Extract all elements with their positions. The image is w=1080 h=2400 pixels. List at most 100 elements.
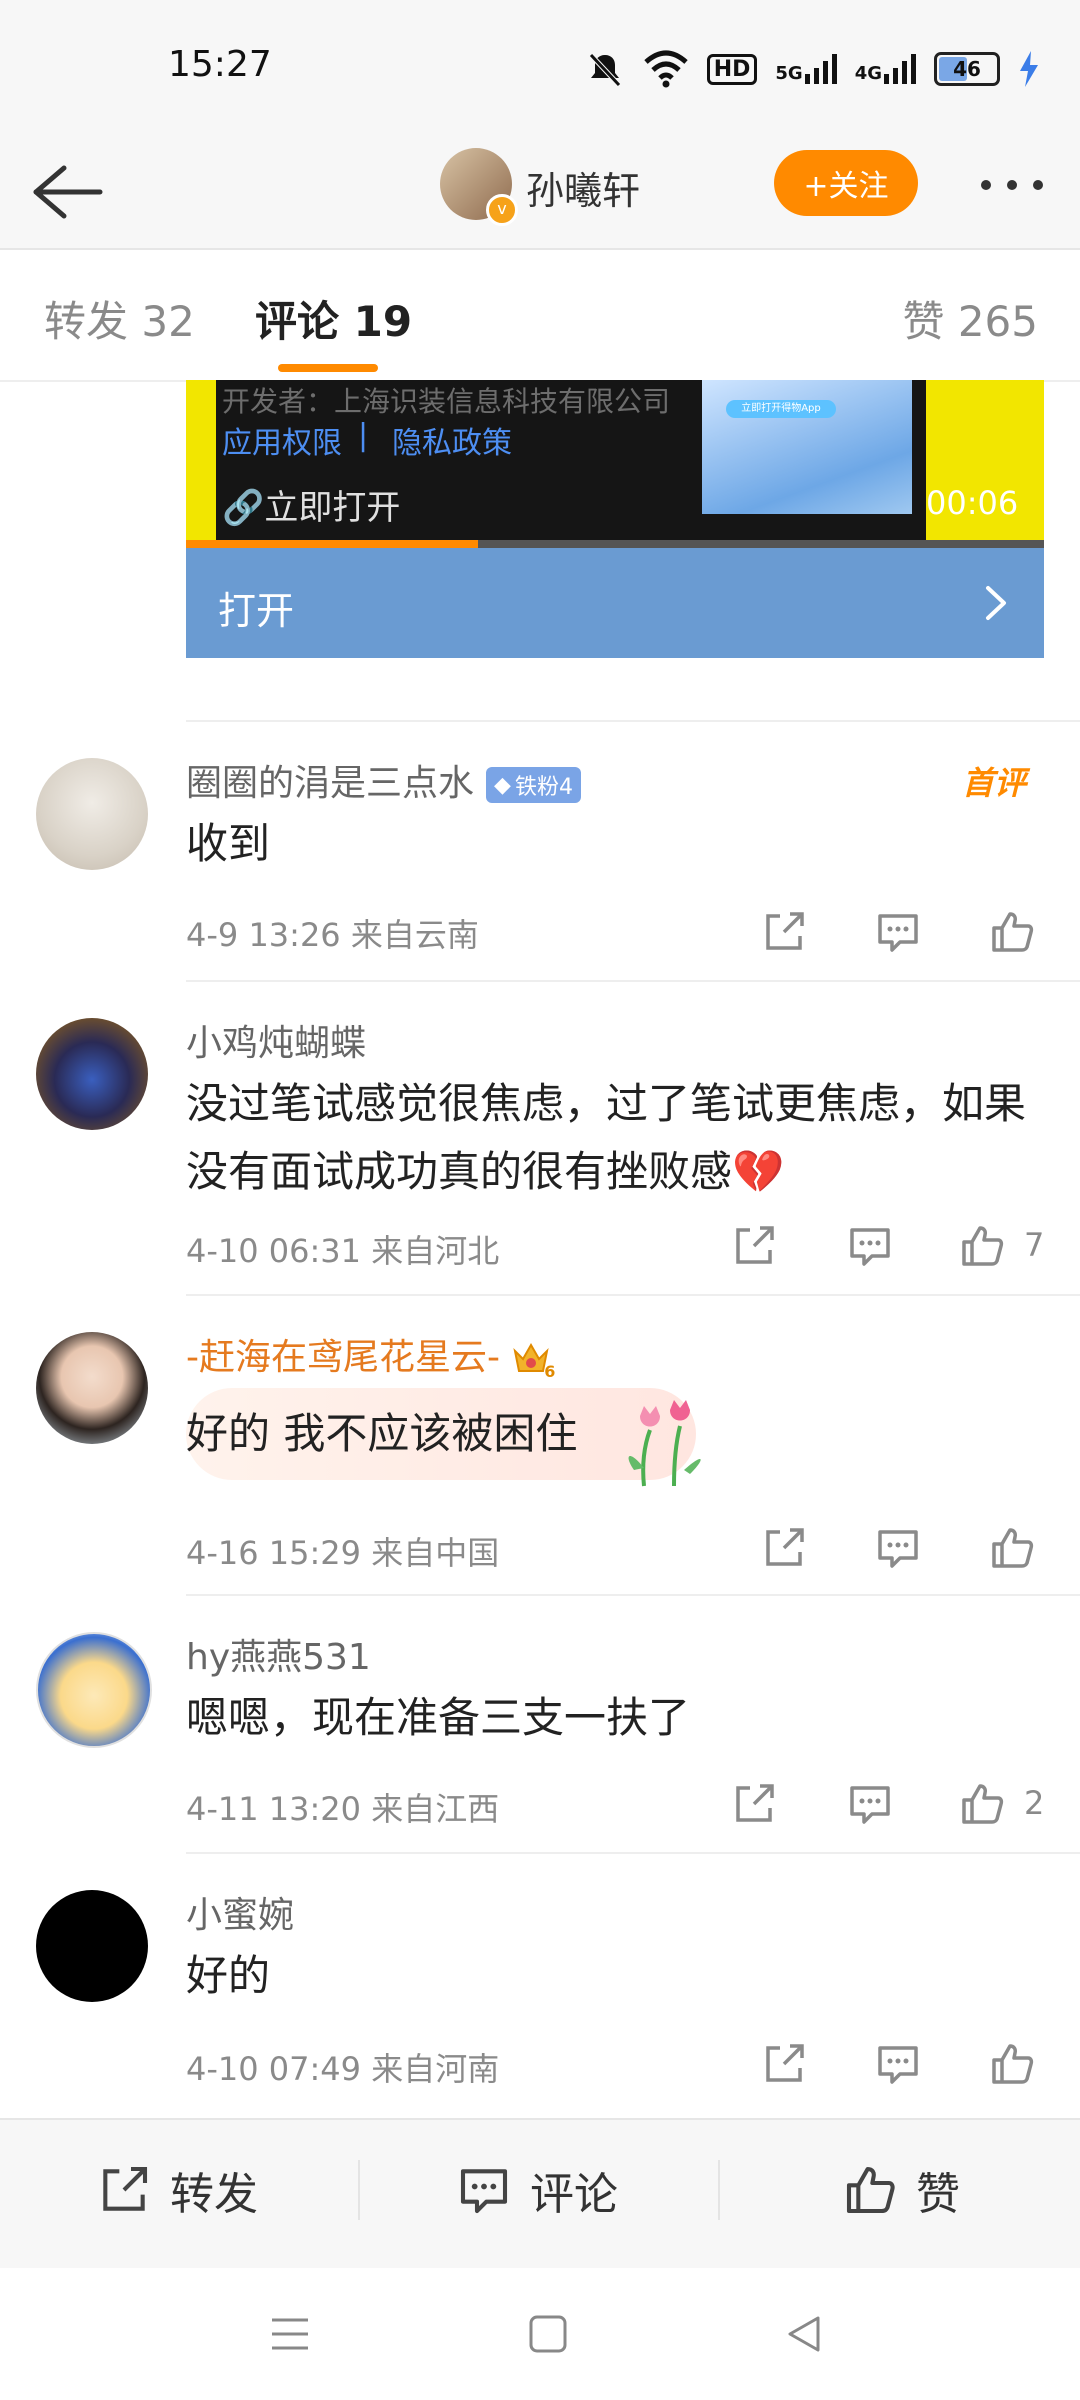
signal-4g-icon: 4G bbox=[855, 54, 916, 84]
like-icon[interactable] bbox=[958, 1780, 1006, 1828]
comment-icon[interactable] bbox=[874, 1524, 922, 1572]
commenter-name[interactable]: 圈圈的涓是三点水 ◆ 铁粉4 bbox=[186, 754, 581, 806]
like-icon[interactable] bbox=[988, 2040, 1036, 2088]
comment-meta: 4-10 07:49 来自河南 bbox=[186, 2050, 500, 2088]
top-nav-bar: v 孙曦轩 +关注 bbox=[0, 130, 1080, 250]
commenter-name-text: -赶海在鸢尾花星云- bbox=[186, 1337, 500, 1378]
comment-label: 评论 bbox=[530, 2169, 618, 2220]
separator bbox=[718, 2160, 720, 2220]
comment-button[interactable]: 评论 bbox=[456, 2158, 618, 2222]
tab-repost[interactable]: 转发 32 bbox=[44, 288, 195, 349]
comment-icon[interactable] bbox=[846, 1780, 894, 1828]
repost-icon[interactable] bbox=[730, 1780, 778, 1828]
comment-text: 嗯嗯，现在准备三支一扶了 bbox=[186, 1693, 691, 1742]
commenter-avatar[interactable] bbox=[36, 1332, 148, 1444]
video-progress-fill bbox=[186, 540, 478, 548]
comment-meta: 4-10 06:31 来自河北 bbox=[186, 1232, 500, 1270]
thumbnail-open-label: 立即打开得物App bbox=[741, 403, 821, 414]
chevron-right-icon bbox=[986, 586, 1006, 620]
diamond-icon: ◆ bbox=[494, 772, 511, 798]
wifi-icon bbox=[644, 50, 688, 88]
developer-info: 开发者：上海识装信息科技有限公司 bbox=[222, 385, 671, 418]
comment-icon[interactable] bbox=[874, 2040, 922, 2088]
comment-item: -赶海在鸢尾花星云- 6 好的 我不应该被困住 4-16 15:29 来自中国 bbox=[0, 1296, 1080, 1594]
back-icon[interactable] bbox=[782, 2312, 826, 2356]
follow-button[interactable]: +关注 bbox=[774, 150, 918, 216]
comment-meta: 4-16 15:29 来自中国 bbox=[186, 1534, 500, 1572]
mute-icon bbox=[588, 53, 621, 87]
video-duration: 00:06 bbox=[926, 484, 1019, 522]
bottom-action-bar: 转发 评论 赞 bbox=[0, 2118, 1080, 2270]
battery-level: 46 bbox=[953, 57, 981, 81]
ad-video-card[interactable]: 开发者：上海识装信息科技有限公司 应用权限 | 隐私政策 🔗立即打开 立即打开得… bbox=[186, 380, 1044, 548]
status-time: 15:27 bbox=[168, 44, 272, 85]
system-nav-bar bbox=[0, 2268, 1080, 2400]
comment-text: 好的 bbox=[186, 1951, 271, 2000]
commenter-avatar[interactable] bbox=[36, 1632, 152, 1748]
first-comment-badge: 首评 bbox=[962, 764, 1027, 802]
link-separator: | bbox=[358, 418, 369, 453]
like-icon bbox=[846, 2166, 895, 2214]
tulip-icon bbox=[628, 1400, 701, 1487]
charging-icon bbox=[1020, 51, 1038, 87]
repost-icon[interactable] bbox=[730, 1222, 778, 1270]
commenter-name[interactable]: 小鸡炖蝴蝶 bbox=[186, 1014, 366, 1066]
link-icon: 🔗 bbox=[222, 488, 265, 528]
commenter-avatar[interactable] bbox=[36, 1018, 148, 1130]
thumbnail-open-button: 立即打开得物App bbox=[726, 400, 836, 418]
comment-meta: 4-9 13:26 来自云南 bbox=[186, 916, 479, 954]
commenter-name[interactable]: hy燕燕531 bbox=[186, 1628, 371, 1680]
status-bar: 15:27 HD 5G 4G 46 bbox=[0, 0, 1080, 130]
like-count: 7 bbox=[1024, 1226, 1045, 1264]
like-icon[interactable] bbox=[958, 1222, 1006, 1270]
status-icons: HD 5G 4G 46 bbox=[585, 44, 1040, 94]
like-icon[interactable] bbox=[988, 1524, 1036, 1572]
comment-icon bbox=[460, 2169, 508, 2214]
comment-text: 没过笔试感觉很焦虑，过了笔试更焦虑，如果没有面试成功真的很有挫败感💔 bbox=[186, 1079, 1027, 1196]
app-permission-link[interactable]: 应用权限 bbox=[222, 418, 342, 462]
net-4g-label: 4G bbox=[854, 63, 882, 84]
tab-bar: 转发 32 评论 19 赞 265 bbox=[0, 250, 1080, 382]
open-app-bar[interactable]: 打开 bbox=[186, 548, 1044, 658]
comment-item: 小蜜婉 好的 4-10 07:49 来自河南 bbox=[0, 1854, 1080, 2114]
back-arrow-icon[interactable] bbox=[24, 150, 108, 234]
fan-badge: ◆ 铁粉4 bbox=[486, 767, 581, 803]
like-count: 2 bbox=[1024, 1784, 1045, 1822]
open-now-label: 立即打开 bbox=[264, 488, 401, 528]
comment-item: hy燕燕531 嗯嗯，现在准备三支一扶了 4-11 13:20 来自江西 2 bbox=[0, 1596, 1080, 1852]
comment-icon[interactable] bbox=[846, 1222, 894, 1270]
home-icon[interactable] bbox=[526, 2312, 570, 2356]
open-now-link[interactable]: 🔗立即打开 bbox=[222, 480, 400, 529]
menu-icon[interactable] bbox=[268, 2312, 312, 2356]
tab-comment[interactable]: 评论 19 bbox=[255, 288, 412, 349]
repost-icon bbox=[103, 2166, 148, 2211]
privacy-policy-link[interactable]: 隐私政策 bbox=[392, 418, 512, 462]
like-button[interactable]: 赞 bbox=[842, 2158, 960, 2222]
more-options-icon[interactable] bbox=[976, 170, 1056, 200]
verified-icon: v bbox=[486, 194, 518, 226]
repost-icon[interactable] bbox=[760, 1524, 808, 1572]
crown-level-icon: 6 bbox=[511, 1341, 555, 1381]
comment-meta: 4-11 13:20 来自江西 bbox=[186, 1790, 500, 1828]
commenter-name[interactable]: 小蜜婉 bbox=[186, 1886, 294, 1938]
user-name[interactable]: 孙曦轩 bbox=[526, 160, 640, 215]
comment-item: 小鸡炖蝴蝶 没过笔试感觉很焦虑，过了笔试更焦虑，如果没有面试成功真的很有挫败感💔… bbox=[0, 982, 1080, 1294]
repost-icon[interactable] bbox=[760, 908, 808, 956]
commenter-avatar[interactable] bbox=[36, 758, 148, 870]
commenter-avatar[interactable] bbox=[36, 1890, 148, 2002]
comment-icon[interactable] bbox=[874, 908, 922, 956]
comment-item: 圈圈的涓是三点水 ◆ 铁粉4 首评 收到 4-9 13:26 来自云南 bbox=[0, 722, 1080, 980]
fan-badge-label: 铁粉4 bbox=[514, 775, 573, 800]
net-5g-label: 5G bbox=[775, 63, 803, 84]
commenter-name[interactable]: -赶海在鸢尾花星云- 6 bbox=[186, 1328, 555, 1381]
repost-button[interactable]: 转发 bbox=[96, 2158, 258, 2222]
tab-like[interactable]: 赞 265 bbox=[902, 288, 1038, 349]
repost-label: 转发 bbox=[170, 2169, 258, 2220]
like-label: 赞 bbox=[916, 2169, 960, 2220]
repost-icon[interactable] bbox=[760, 2040, 808, 2088]
active-tab-indicator bbox=[278, 364, 378, 372]
signal-5g-icon: 5G bbox=[775, 54, 837, 84]
comment-text: 收到 bbox=[186, 819, 271, 868]
like-icon[interactable] bbox=[988, 908, 1036, 956]
commenter-name-text: 圈圈的涓是三点水 bbox=[186, 763, 475, 804]
